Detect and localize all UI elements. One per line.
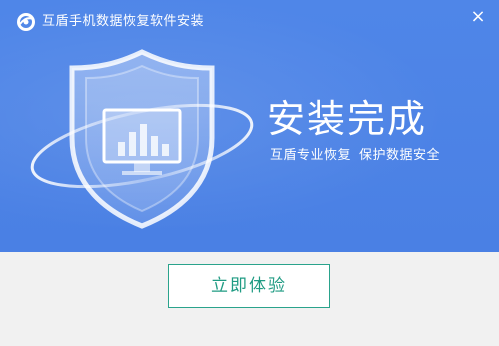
tagline-part-2: 保护数据安全 bbox=[359, 148, 441, 163]
shield-monitor-icon bbox=[30, 49, 254, 229]
installer-window: 互盾手机数据恢复软件安装 × 安装完成 互盾专业恢复 保护数据安全 立即体验 bbox=[0, 0, 499, 346]
app-logo-icon bbox=[17, 13, 35, 31]
close-button[interactable]: × bbox=[467, 6, 489, 28]
experience-now-button[interactable]: 立即体验 bbox=[168, 264, 330, 308]
footer-bar: 立即体验 bbox=[0, 252, 499, 346]
window-title: 互盾手机数据恢复软件安装 bbox=[42, 14, 205, 29]
hero-banner: 互盾手机数据恢复软件安装 × 安装完成 互盾专业恢复 保护数据安全 bbox=[0, 0, 499, 252]
tagline-part-1: 互盾专业恢复 bbox=[270, 148, 352, 163]
tagline: 互盾专业恢复 保护数据安全 bbox=[270, 148, 440, 164]
completion-headline: 安装完成 bbox=[267, 97, 428, 141]
title-bar[interactable]: 互盾手机数据恢复软件安装 × bbox=[0, 0, 499, 44]
close-icon[interactable]: × bbox=[470, 6, 485, 27]
